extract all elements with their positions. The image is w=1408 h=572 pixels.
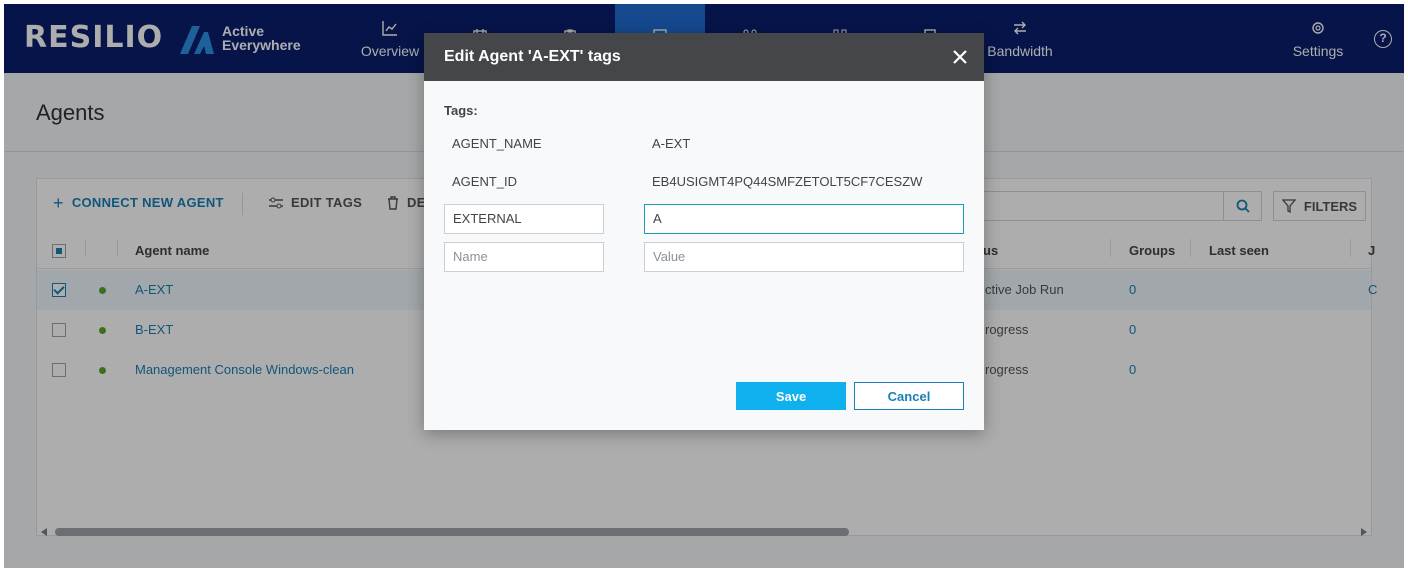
tag-value-input[interactable]: A [644, 204, 964, 234]
new-tag-value-input[interactable]: Value [644, 242, 964, 272]
save-button[interactable]: Save [736, 382, 846, 410]
app-window: RESILIO Active Everywhere Overview Bandw… [4, 4, 1404, 568]
tag-key: AGENT_ID [452, 174, 518, 189]
cancel-button[interactable]: Cancel [854, 382, 964, 410]
new-tag-name-input[interactable]: Name [444, 242, 604, 272]
tag-value: EB4USIGMT4PQ44SMFZETOLT5CF7CESZW [652, 174, 923, 189]
tags-label: Tags: [444, 103, 478, 118]
edit-tags-dialog: Edit Agent 'A-EXT' tags Tags: AGENT_NAME… [424, 33, 984, 430]
tag-value: A-EXT [652, 136, 691, 151]
dialog-header: Edit Agent 'A-EXT' tags [424, 33, 984, 81]
tag-key: AGENT_NAME [452, 136, 542, 151]
close-icon[interactable] [950, 47, 970, 67]
tag-name-input[interactable]: EXTERNAL [444, 204, 604, 234]
dialog-title: Edit Agent 'A-EXT' tags [444, 48, 621, 65]
